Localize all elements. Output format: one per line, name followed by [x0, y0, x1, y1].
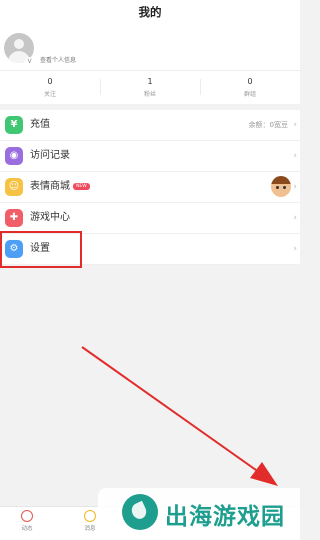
chat-bubble-icon: [84, 510, 96, 522]
annotation-arrow: [81, 346, 278, 486]
watermark-text: 出海游戏园: [165, 504, 285, 530]
watermark-logo-icon: [122, 494, 158, 530]
tab-feed[interactable]: 动态: [12, 510, 42, 532]
arrow-head: [250, 462, 278, 486]
compass-icon: [21, 510, 33, 522]
tab-label: 动态: [21, 526, 33, 532]
watermark: 出海游戏园: [98, 488, 300, 539]
arrow-shaft: [81, 346, 257, 471]
